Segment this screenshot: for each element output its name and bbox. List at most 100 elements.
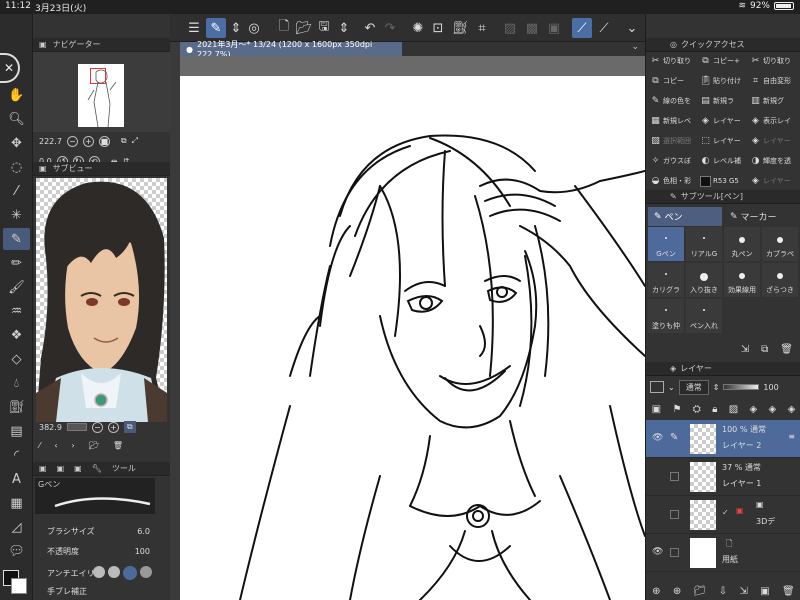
merge-icon[interactable]: ⇲ xyxy=(739,586,747,597)
fit-window-icon[interactable]: ⤢ xyxy=(132,136,138,146)
eyedropper-icon[interactable]: ⁄ xyxy=(3,180,30,202)
brush-inking[interactable]: ペン入れ xyxy=(686,299,722,333)
decoration-icon[interactable]: ❖ xyxy=(3,324,30,346)
clear-icon[interactable]: ⊡ xyxy=(428,18,448,38)
qa-layer-2[interactable]: ⬚ レイヤー xyxy=(700,132,748,150)
opacity-value[interactable]: 100 xyxy=(135,547,150,556)
transform-icon[interactable]: ⌗ xyxy=(472,18,492,38)
mask-icon[interactable]: ◈ xyxy=(750,404,758,415)
subview-zoom-out-icon[interactable]: − xyxy=(91,421,103,433)
sub-tool-copy-icon[interactable]: ⧉ xyxy=(761,344,768,355)
save-dropdown-icon[interactable]: ⇕ xyxy=(334,18,354,38)
brush-calligraphy[interactable]: カリグラ xyxy=(648,263,684,297)
subview-reference-image[interactable] xyxy=(36,178,167,422)
subview-next-icon[interactable]: › xyxy=(72,441,75,450)
canvas-paper[interactable] xyxy=(180,76,645,600)
blend-mode-updown-icon[interactable]: ⇕ xyxy=(713,383,720,392)
lock-alpha-icon[interactable]: ▨ xyxy=(729,404,738,415)
antialias-options[interactable] xyxy=(93,566,152,580)
qa-layer-3[interactable]: ◈ レイヤー xyxy=(750,132,798,150)
mask-create-icon[interactable]: ▣ xyxy=(760,586,769,597)
auto-select-icon[interactable]: ✳ xyxy=(3,204,30,226)
layer-row-3d[interactable]: ✓ ▣ ▣ 3Dデ xyxy=(646,496,800,534)
layer-visibility-checkbox[interactable] xyxy=(670,510,679,519)
brush-size-value[interactable]: 6.0 xyxy=(137,527,150,536)
subview-tab[interactable]: ▣ サブビュー xyxy=(33,162,170,176)
lock-layer-icon[interactable]: 🔒︎ xyxy=(712,404,717,415)
blend-mode-select[interactable]: 通常 xyxy=(678,379,709,395)
qa-luminance[interactable]: ◑ 輝度を透 xyxy=(750,152,798,170)
qa-show-layer[interactable]: ◈ 表示レイ xyxy=(750,112,798,130)
qa-new-level[interactable]: ▦ 新規レベ xyxy=(650,112,698,130)
layer-name[interactable]: 用紙 xyxy=(722,554,738,565)
menu-icon[interactable]: ☰ xyxy=(184,18,204,38)
color-swatches[interactable] xyxy=(3,570,27,594)
eraser-icon[interactable]: ◇ xyxy=(3,348,30,370)
airbrush-icon[interactable]: ♒ xyxy=(3,300,30,322)
show-selection-icon[interactable]: ▣ xyxy=(544,18,564,38)
frame-border-icon[interactable]: ▦ xyxy=(3,492,30,514)
subview-delete-icon[interactable]: 🗑︎ xyxy=(113,441,123,450)
canvas-document-tab[interactable]: ● 2021年3月〜* 13/24 (1200 x 1600px 350dpi … xyxy=(180,40,402,59)
gradient-icon[interactable]: ▤ xyxy=(3,420,30,442)
brush-fill-extend[interactable]: 塗りも仲 xyxy=(648,299,684,333)
close-panel-icon[interactable]: ✕ xyxy=(0,53,20,83)
quick-access-tab[interactable]: ◎ クイックアクセス xyxy=(646,38,800,52)
layer-name[interactable]: 3Dデ xyxy=(756,516,775,527)
subview-zoom-slider[interactable] xyxy=(66,423,87,431)
brush-effect-line[interactable]: 効果線用 xyxy=(724,263,760,297)
redo-icon[interactable]: ↷ xyxy=(380,18,400,38)
visibility-eye-icon[interactable]: 👁︎ xyxy=(652,547,663,557)
layer-row-layer-2[interactable]: 👁︎ ✎ 100 % 通常 レイヤー 2 ≡ xyxy=(646,420,800,458)
layer-row-paper[interactable]: 👁︎ 🗋︎ 用紙 xyxy=(646,534,800,572)
brush-in-out[interactable]: 入り抜き xyxy=(686,263,722,297)
pen-mode-icon[interactable]: ✎ xyxy=(206,18,226,38)
transfer-icon[interactable]: ⇩ xyxy=(719,586,727,597)
qa-copy-plus[interactable]: ⧉ コピー+ xyxy=(700,52,748,70)
figure-icon[interactable]: ◜ xyxy=(3,444,30,466)
save-icon[interactable]: 🖫︎ xyxy=(314,18,334,38)
sub-color-swatch[interactable] xyxy=(11,578,27,594)
expand-toolbar-icon[interactable]: ⌄ xyxy=(622,18,642,38)
updown-icon[interactable]: ⇕ xyxy=(226,18,246,38)
qa-free-transform[interactable]: ⌗ 自由変形 xyxy=(750,72,798,90)
layer-opacity-slider[interactable] xyxy=(723,384,760,390)
new-file-icon[interactable]: 🗋︎ xyxy=(274,18,294,38)
sub-tool-tab[interactable]: ✎ サブツール[ペン] xyxy=(646,190,800,204)
tab-dropdown-icon[interactable]: ⌄ xyxy=(631,42,639,52)
fit-icon[interactable]: ■ xyxy=(98,135,110,147)
new-raster-layer-icon[interactable]: ⊕ xyxy=(652,586,660,597)
qa-cut[interactable]: ✂ 切り取り xyxy=(650,52,698,70)
lasso-icon[interactable]: ◌ xyxy=(3,156,30,178)
layer-opacity-value[interactable]: 100 xyxy=(763,383,778,392)
qa-hue-saturation[interactable]: ◒ 色相・彩 xyxy=(650,172,698,190)
brush-g-pen[interactable]: Gペン xyxy=(648,227,684,261)
delete-layer-icon[interactable]: 🗑︎ xyxy=(782,586,795,597)
canvas-area[interactable] xyxy=(180,56,645,600)
qa-layer[interactable]: ◈ レイヤー xyxy=(700,112,748,130)
subview-eyedropper-icon[interactable]: ⁄ xyxy=(39,441,40,450)
new-folder-icon[interactable]: 📁︎ xyxy=(694,586,707,597)
tab-close-icon[interactable]: ● xyxy=(186,45,193,54)
pen-tool-icon[interactable]: ✎ xyxy=(3,228,30,250)
sub-tool-delete-icon[interactable]: 🗑︎ xyxy=(780,344,793,355)
brush-kabura-pen[interactable]: カブラペ xyxy=(762,227,798,261)
pencil-icon[interactable]: ✏ xyxy=(3,252,30,274)
layer-handle-icon[interactable]: ≡ xyxy=(788,432,795,441)
qa-new-raster[interactable]: ▤ 新規ラ xyxy=(700,92,748,110)
undo-icon[interactable]: ↶ xyxy=(360,18,380,38)
ruler-icon[interactable]: ◿ xyxy=(3,516,30,538)
open-icon[interactable]: 📂︎ xyxy=(294,18,314,38)
layer-more-icon[interactable]: ◈ xyxy=(788,404,796,415)
brush-icon[interactable]: 🖌︎ xyxy=(3,276,30,298)
qa-paste[interactable]: 📋︎ 貼り付け xyxy=(700,72,748,90)
studio-icon[interactable]: ◎ xyxy=(244,18,264,38)
layer-visibility-checkbox[interactable] xyxy=(670,548,679,557)
sub-tool-settings-icon[interactable]: ⇲ xyxy=(741,344,749,355)
brush-round-pen[interactable]: 丸ペン xyxy=(724,227,760,261)
loading-icon[interactable]: ✺ xyxy=(408,18,428,38)
tool-property-icon[interactable]: ▣ xyxy=(39,464,47,473)
snap-special-icon[interactable]: ⟋ xyxy=(594,18,614,38)
snap-ruler-icon[interactable]: ⟋ xyxy=(572,18,592,38)
zoom-in-icon[interactable]: + xyxy=(82,135,94,147)
